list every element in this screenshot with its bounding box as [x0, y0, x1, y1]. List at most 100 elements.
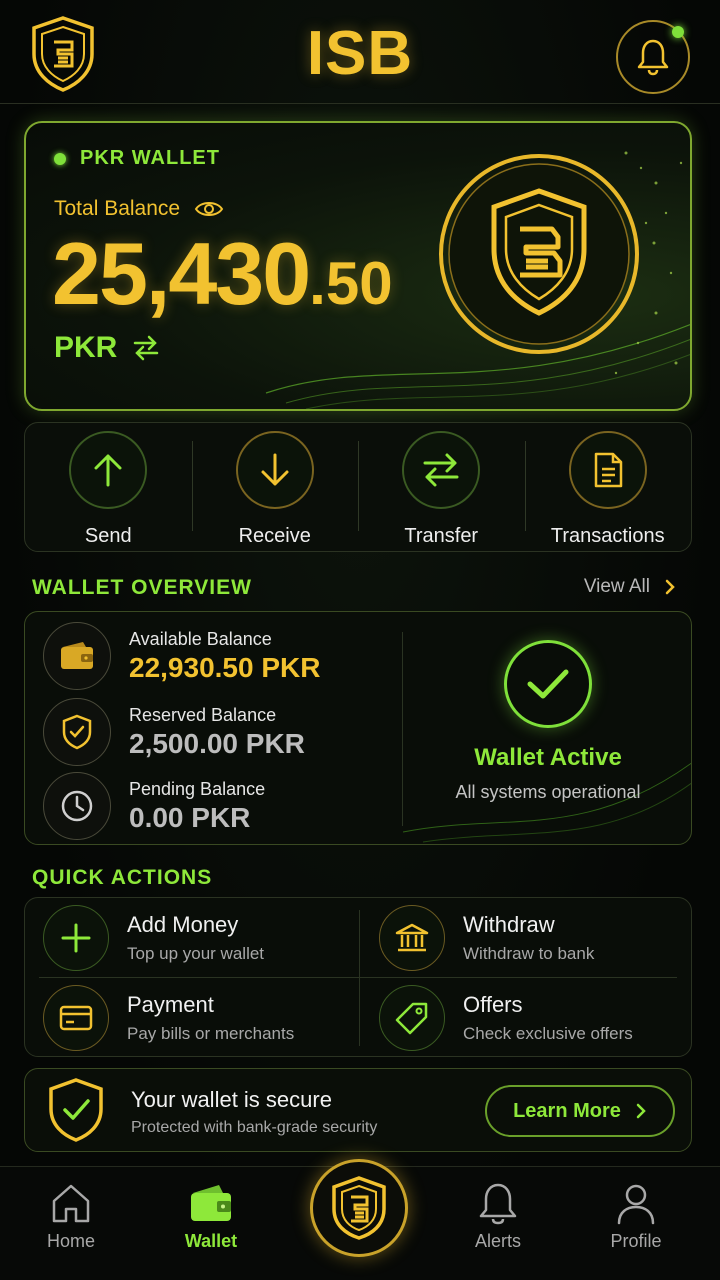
withdraw-button[interactable]: Withdraw Withdraw to bank — [379, 905, 594, 971]
total-balance-text: Total Balance — [54, 197, 181, 220]
payment-button[interactable]: Payment Pay bills or merchants — [43, 985, 294, 1051]
quick-actions-grid: Add Money Top up your wallet Withdraw Wi… — [24, 897, 692, 1057]
reserved-balance-label: Reserved Balance — [129, 704, 277, 725]
security-subtitle: Protected with bank-grade security — [131, 1119, 378, 1136]
status-dot — [54, 152, 66, 165]
balance-amount-main: 25,430 — [52, 224, 311, 323]
document-icon — [594, 452, 622, 488]
nav-wallet-label: Wallet — [184, 1231, 238, 1251]
receive-label: Receive — [238, 525, 311, 547]
status-check-ring — [504, 640, 592, 728]
wallet-label-text: PKR WALLET — [80, 147, 220, 169]
arrow-up-icon — [94, 454, 122, 487]
view-all-link[interactable]: View All — [584, 576, 676, 598]
add-money-button[interactable]: Add Money Top up your wallet — [43, 905, 264, 971]
shield-logo-icon — [332, 1176, 386, 1240]
shield-check-icon — [49, 1078, 103, 1142]
wallet-overview-title: WALLET OVERVIEW — [32, 576, 252, 599]
transactions-button[interactable]: Transactions — [524, 423, 692, 551]
offers-button[interactable]: Offers Check exclusive offers — [379, 985, 633, 1051]
transfer-icon — [423, 453, 459, 487]
transfer-circle — [402, 431, 481, 509]
currency-label: PKR — [54, 331, 118, 364]
withdraw-subtitle: Withdraw to bank — [463, 944, 595, 963]
wallet-balance-card[interactable]: PKR WALLET Total Balance 25,430.50 PKR — [24, 121, 692, 411]
nav-home[interactable]: Home — [16, 1181, 126, 1252]
plus-icon — [61, 923, 91, 953]
nav-alerts-label: Alerts — [474, 1231, 521, 1251]
add-money-text: Add Money Top up your wallet — [127, 912, 264, 964]
arrow-down-icon — [261, 453, 289, 486]
view-all-text: View All — [583, 576, 650, 597]
receive-button[interactable]: Receive — [191, 423, 359, 551]
pending-balance-label: Pending Balance — [129, 778, 266, 799]
available-balance-value: 22,930.50 PKR — [129, 651, 321, 683]
available-balance-text: Available Balance 22,930.50 PKR — [129, 629, 320, 684]
bell-icon — [637, 39, 669, 76]
offers-subtitle: Check exclusive offers — [463, 1024, 633, 1043]
pending-balance-value: 0.00 PKR — [129, 801, 251, 833]
status-title: Wallet Active — [474, 744, 622, 771]
chevron-right-icon — [665, 579, 675, 595]
isb-emblem-icon — [439, 154, 639, 354]
receive-circle — [235, 431, 314, 509]
add-money-title: Add Money — [127, 912, 239, 937]
available-balance-label: Available Balance — [129, 628, 272, 649]
nav-alerts[interactable]: Alerts — [443, 1181, 553, 1252]
wallet-icon — [61, 642, 93, 669]
qa-divider-horizontal — [39, 977, 677, 978]
security-banner: Your wallet is secure Protected with ban… — [24, 1068, 692, 1152]
notification-button[interactable] — [616, 20, 690, 94]
app-header: ISB — [0, 0, 720, 104]
app-title: ISB — [306, 19, 414, 88]
bell-icon — [479, 1183, 517, 1225]
withdraw-title: Withdraw — [463, 912, 555, 937]
bank-icon — [395, 923, 429, 952]
isb-center-button[interactable] — [310, 1159, 408, 1257]
nav-profile-label: Profile — [610, 1231, 662, 1251]
card-icon — [59, 1005, 93, 1031]
reserved-balance-icon-wrap — [43, 698, 111, 766]
reserved-balance-text: Reserved Balance 2,500.00 PKR — [129, 705, 305, 760]
reserved-balance-row: Reserved Balance 2,500.00 PKR — [43, 698, 305, 766]
nav-profile[interactable]: Profile — [581, 1181, 691, 1252]
payment-icon-wrap — [43, 985, 109, 1051]
home-icon — [52, 1184, 90, 1223]
payment-subtitle: Pay bills or merchants — [127, 1024, 295, 1043]
transfer-button[interactable]: Transfer — [358, 423, 525, 551]
pending-balance-row: Pending Balance 0.00 PKR — [43, 772, 265, 840]
shield-check-icon — [62, 714, 92, 750]
notification-dot — [672, 26, 684, 38]
eye-icon[interactable] — [194, 199, 224, 219]
status-subtitle: All systems operational — [455, 782, 641, 802]
available-balance-row: Available Balance 22,930.50 PKR — [43, 622, 320, 690]
learn-more-button[interactable]: Learn More — [485, 1085, 675, 1137]
transfer-label: Transfer — [404, 525, 479, 547]
send-circle — [69, 431, 148, 509]
nav-home-label: Home — [46, 1231, 95, 1251]
add-money-subtitle: Top up your wallet — [127, 944, 265, 963]
offers-text: Offers Check exclusive offers — [463, 992, 633, 1044]
send-button[interactable]: Send — [25, 423, 192, 551]
currency-selector[interactable]: PKR — [54, 331, 161, 365]
offers-icon-wrap — [379, 985, 445, 1051]
primary-actions-bar: Send Receive Transfer Transactions — [24, 422, 692, 552]
learn-more-label: Learn More — [513, 1099, 621, 1122]
clock-icon — [61, 790, 93, 822]
nav-wallet[interactable]: Wallet — [156, 1181, 266, 1252]
user-icon — [617, 1184, 655, 1225]
withdraw-icon-wrap — [379, 905, 445, 971]
check-icon — [527, 669, 569, 699]
bottom-navigation: Home Wallet Alerts Profile — [0, 1159, 720, 1280]
transactions-circle — [568, 431, 647, 509]
pending-balance-icon-wrap — [43, 772, 111, 840]
tag-icon — [395, 1002, 428, 1035]
security-title: Your wallet is secure — [131, 1087, 332, 1112]
qa-divider-vertical — [359, 910, 360, 1046]
chevron-right-icon — [636, 1103, 646, 1119]
offers-title: Offers — [463, 992, 523, 1017]
swap-arrows-icon — [134, 335, 159, 361]
available-balance-icon-wrap — [43, 622, 111, 690]
reserved-balance-value: 2,500.00 PKR — [129, 727, 305, 759]
total-balance-label: Total Balance — [54, 197, 224, 221]
